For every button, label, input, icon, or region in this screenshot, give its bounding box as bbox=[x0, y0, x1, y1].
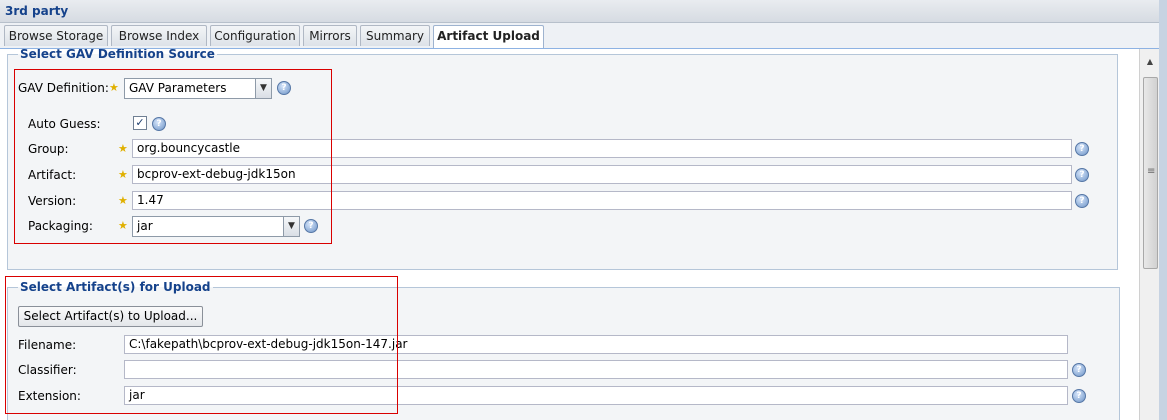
chevron-down-icon[interactable]: ▼ bbox=[255, 79, 271, 98]
extension-input[interactable]: jar bbox=[124, 386, 1068, 405]
tab-browse-storage[interactable]: Browse Storage bbox=[4, 25, 108, 46]
required-star-icon: ★ bbox=[109, 81, 119, 94]
help-icon[interactable]: ? bbox=[152, 117, 166, 131]
tab-browse-index[interactable]: Browse Index bbox=[111, 25, 207, 46]
filename-input[interactable]: C:\fakepath\bcprov-ext-debug-jdk15on-147… bbox=[124, 335, 1068, 354]
tab-strip: Browse Storage Browse Index Configuratio… bbox=[0, 23, 1167, 49]
help-icon[interactable]: ? bbox=[1075, 194, 1089, 208]
classifier-label: Classifier: bbox=[18, 363, 77, 377]
artifact-upload-panel: 3rd party Browse Storage Browse Index Co… bbox=[0, 0, 1167, 420]
help-icon[interactable]: ? bbox=[1072, 389, 1086, 403]
help-icon[interactable]: ? bbox=[1075, 142, 1089, 156]
required-star-icon: ★ bbox=[118, 168, 128, 181]
tab-configuration[interactable]: Configuration bbox=[210, 25, 300, 46]
upload-section-legend: Select Artifact(s) for Upload bbox=[20, 280, 211, 294]
panel-title: 3rd party bbox=[5, 4, 69, 18]
form-body: Select GAV Definition Source GAV Definit… bbox=[0, 49, 1139, 420]
group-input[interactable]: org.bouncycastle bbox=[132, 139, 1072, 158]
required-star-icon: ★ bbox=[118, 219, 128, 232]
gav-definition-value: GAV Parameters bbox=[129, 81, 227, 95]
extension-label: Extension: bbox=[18, 389, 81, 403]
gav-definition-label: GAV Definition: bbox=[18, 81, 109, 95]
select-artifacts-button[interactable]: Select Artifact(s) to Upload... bbox=[18, 306, 203, 327]
gav-definition-select[interactable]: GAV Parameters ▼ bbox=[124, 78, 272, 99]
packaging-select[interactable]: jar ▼ bbox=[132, 216, 300, 237]
packaging-value: jar bbox=[137, 219, 153, 233]
artifact-label: Artifact: bbox=[28, 168, 77, 182]
group-label: Group: bbox=[28, 142, 69, 156]
grip-icon: ≡ bbox=[1147, 166, 1156, 177]
window-edge bbox=[1159, 0, 1167, 420]
auto-guess-checkbox[interactable]: ✓ bbox=[133, 116, 147, 130]
artifact-input[interactable]: bcprov-ext-debug-jdk15on bbox=[132, 165, 1072, 184]
scroll-up-icon[interactable]: ▲ bbox=[1140, 57, 1160, 71]
auto-guess-label: Auto Guess: bbox=[28, 117, 101, 131]
tab-summary[interactable]: Summary bbox=[360, 25, 430, 46]
help-icon[interactable]: ? bbox=[1072, 363, 1086, 377]
classifier-input[interactable] bbox=[124, 360, 1068, 379]
panel-title-bar: 3rd party bbox=[0, 0, 1167, 23]
tab-artifact-upload[interactable]: Artifact Upload bbox=[433, 25, 544, 48]
help-icon[interactable]: ? bbox=[1075, 168, 1089, 182]
gav-section-legend: Select GAV Definition Source bbox=[20, 49, 215, 61]
required-star-icon: ★ bbox=[118, 194, 128, 207]
version-input[interactable]: 1.47 bbox=[132, 191, 1072, 210]
tab-mirrors[interactable]: Mirrors bbox=[303, 25, 357, 46]
chevron-down-icon[interactable]: ▼ bbox=[283, 217, 299, 236]
vertical-scrollbar[interactable]: ▲ ≡ bbox=[1139, 49, 1160, 420]
help-icon[interactable]: ? bbox=[277, 81, 291, 95]
required-star-icon: ★ bbox=[118, 142, 128, 155]
help-icon[interactable]: ? bbox=[304, 219, 318, 233]
version-label: Version: bbox=[28, 194, 77, 208]
scroll-thumb[interactable]: ≡ bbox=[1143, 77, 1158, 269]
packaging-label: Packaging: bbox=[28, 219, 93, 233]
filename-label: Filename: bbox=[18, 338, 77, 352]
